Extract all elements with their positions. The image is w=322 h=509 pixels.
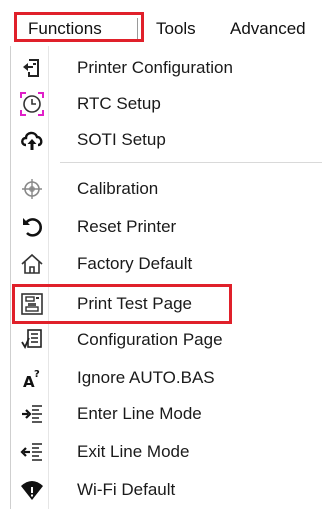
ignore-auto-bas-icon: A ? [20,366,44,390]
menu-item-factory-default[interactable]: Factory Default [10,246,322,282]
clock-icon [20,92,44,116]
menu-item-label: Enter Line Mode [77,404,202,423]
menu-item-ignore-auto-bas[interactable]: A ? Ignore AUTO.BAS [10,360,322,396]
home-icon [20,252,44,276]
menu-item-label: RTC Setup [77,94,161,113]
svg-text:?: ? [34,369,40,380]
menu-item-exit-line-mode[interactable]: Exit Line Mode [10,434,322,470]
exit-line-mode-icon [20,440,44,464]
enter-line-mode-icon [20,402,44,426]
menu-item-label: Printer Configuration [77,58,233,77]
app-window: Functions Tools Advanced Printer Configu… [0,0,322,509]
menu-item-print-test-page[interactable]: Print Test Page [10,286,322,322]
print-test-page-icon [20,292,44,316]
menu-item-label: SOTI Setup [77,130,166,149]
menu-advanced[interactable]: Advanced [230,16,306,42]
menu-item-rtc-setup[interactable]: RTC Setup [10,86,322,122]
calibration-icon [20,177,44,201]
printer-config-icon [20,56,44,80]
menu-item-label: Print Test Page [77,294,192,313]
configuration-page-icon [20,328,44,352]
menu-item-label: Reset Printer [77,217,177,236]
menu-item-enter-line-mode[interactable]: Enter Line Mode [10,396,322,432]
menu-item-label: Factory Default [77,254,193,273]
menu-item-label: Wi-Fi Default [77,480,176,499]
menu-item-label: Ignore AUTO.BAS [77,368,215,387]
menu-item-soti-setup[interactable]: SOTI Setup [10,122,322,158]
menu-bar: Functions Tools Advanced [0,0,322,46]
menu-item-label: Calibration [77,179,159,198]
menu-item-printer-configuration[interactable]: Printer Configuration [10,50,322,86]
menu-tools[interactable]: Tools [156,16,196,42]
menu-item-label: Configuration Page [77,330,223,349]
cloud-upload-icon [20,128,44,152]
menu-functions[interactable]: Functions [28,16,102,42]
menu-item-calibration[interactable]: Calibration [10,171,322,207]
wifi-default-icon [20,478,44,502]
menu-separator [60,162,322,163]
menu-item-reset-printer[interactable]: Reset Printer [10,209,322,245]
menu-item-wifi-default[interactable]: Wi-Fi Default [10,472,322,508]
reset-icon [20,215,44,239]
menubar-separator [137,18,138,40]
menu-item-configuration-page[interactable]: Configuration Page [10,322,322,358]
menu-item-label: Exit Line Mode [77,442,190,461]
